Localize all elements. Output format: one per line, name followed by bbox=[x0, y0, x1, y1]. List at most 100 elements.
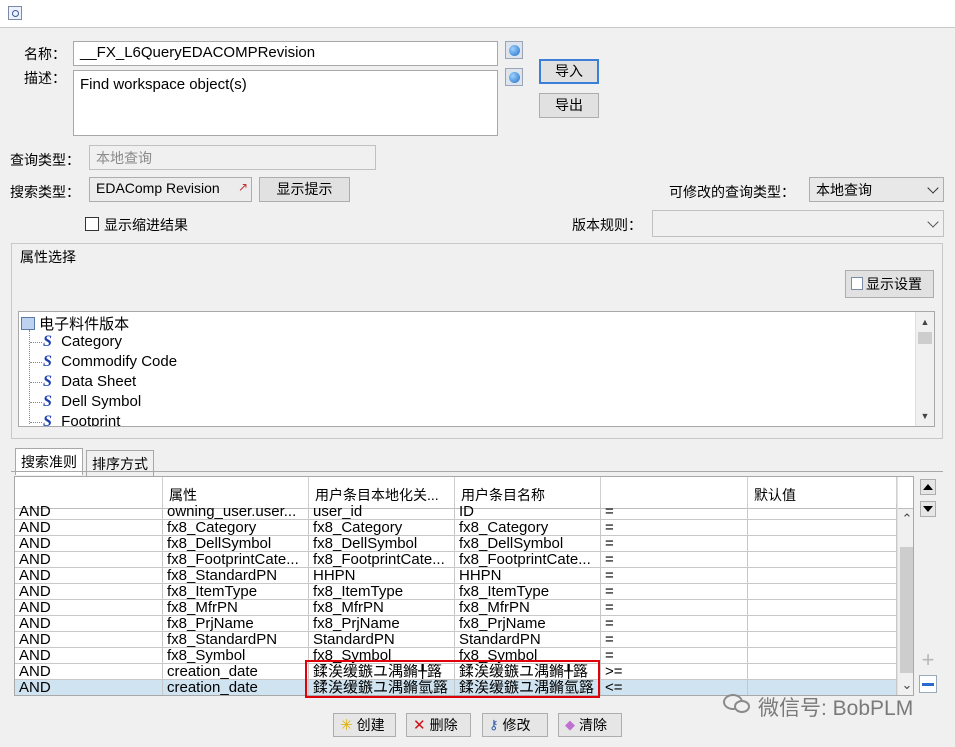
attribute-tree[interactable]: 电子料件版本 S Category S Commodify Code S Dat… bbox=[18, 311, 935, 427]
table-row[interactable]: AND owning_user.user... user_id ID = bbox=[15, 504, 897, 520]
table-cell[interactable]: fx8_Symbol bbox=[163, 648, 309, 664]
table-cell[interactable]: fx8_StandardPN bbox=[163, 632, 309, 648]
table-cell[interactable]: = bbox=[601, 616, 748, 632]
chevron-up-icon[interactable]: ⌃ bbox=[899, 511, 913, 527]
table-cell[interactable]: = bbox=[601, 520, 748, 536]
table-cell[interactable]: AND bbox=[15, 648, 163, 664]
table-cell[interactable]: AND bbox=[15, 632, 163, 648]
table-row[interactable]: AND fx8_PrjName fx8_PrjName fx8_PrjName = bbox=[15, 616, 897, 632]
tree-item[interactable]: S Commodify Code bbox=[43, 353, 177, 373]
table-row[interactable]: AND fx8_Category fx8_Category fx8_Category = bbox=[15, 520, 897, 536]
table-cell[interactable]: AND bbox=[15, 552, 163, 568]
add-row-plus-icon[interactable]: + bbox=[919, 649, 937, 671]
table-row[interactable]: AND fx8_StandardPN StandardPN StandardPN = bbox=[15, 632, 897, 648]
table-cell[interactable] bbox=[748, 600, 897, 616]
criteria-scrollbar[interactable]: ⌃ ⌄ bbox=[897, 477, 913, 695]
move-down-button[interactable] bbox=[920, 501, 936, 517]
table-row[interactable]: AND fx8_ItemType fx8_ItemType fx8_ItemType = bbox=[15, 584, 897, 600]
table-cell[interactable]: fx8_FootprintCate... bbox=[163, 552, 309, 568]
table-cell[interactable]: = bbox=[601, 648, 748, 664]
export-button[interactable]: 导出 bbox=[539, 93, 599, 118]
table-row[interactable]: AND fx8_DellSymbol fx8_DellSymbol fx8_DellS… bbox=[15, 536, 897, 552]
table-cell[interactable] bbox=[748, 648, 897, 664]
table-cell[interactable]: fx8_FootprintCate... bbox=[309, 552, 455, 568]
table-cell[interactable]: creation_date bbox=[163, 680, 309, 695]
import-button[interactable]: 导入 bbox=[539, 59, 599, 84]
tree-item[interactable]: S Data Sheet bbox=[43, 373, 136, 393]
search-type-field[interactable]: EDAComp Revision ↗ bbox=[89, 177, 252, 202]
table-cell[interactable]: fx8_DellSymbol bbox=[455, 536, 601, 552]
create-button[interactable]: ✳ 创建 bbox=[333, 713, 396, 737]
table-cell[interactable]: AND bbox=[15, 536, 163, 552]
table-cell[interactable]: fx8_Category bbox=[309, 520, 455, 536]
table-cell[interactable]: fx8_FootprintCate... bbox=[455, 552, 601, 568]
table-cell[interactable] bbox=[748, 584, 897, 600]
table-cell[interactable]: AND bbox=[15, 584, 163, 600]
move-up-button[interactable] bbox=[920, 479, 936, 495]
table-cell[interactable]: fx8_Category bbox=[163, 520, 309, 536]
name-locale-globe-icon[interactable] bbox=[505, 41, 523, 59]
table-cell[interactable] bbox=[748, 632, 897, 648]
table-cell[interactable]: = bbox=[601, 632, 748, 648]
table-cell[interactable]: = bbox=[601, 584, 748, 600]
table-cell[interactable]: creation_date bbox=[163, 664, 309, 680]
table-cell[interactable]: = bbox=[601, 568, 748, 584]
table-row[interactable]: AND fx8_FootprintCate... fx8_FootprintCate… bbox=[15, 552, 897, 568]
table-row[interactable]: AND fx8_StandardPN HHPN HHPN = bbox=[15, 568, 897, 584]
table-cell[interactable] bbox=[748, 664, 897, 680]
remove-row-button[interactable] bbox=[919, 675, 937, 693]
tree-item[interactable]: S Category bbox=[43, 333, 122, 353]
show-indented-checkbox[interactable] bbox=[85, 217, 99, 231]
table-cell[interactable]: fx8_StandardPN bbox=[163, 568, 309, 584]
table-cell[interactable] bbox=[748, 568, 897, 584]
table-cell[interactable] bbox=[748, 504, 897, 520]
clear-button[interactable]: ◆ 清除 bbox=[558, 713, 622, 737]
table-cell[interactable] bbox=[748, 552, 897, 568]
table-cell[interactable]: AND bbox=[15, 520, 163, 536]
scroll-thumb[interactable] bbox=[900, 547, 913, 673]
modifiable-query-type-select[interactable]: 本地查询 bbox=[809, 177, 944, 202]
table-cell[interactable] bbox=[748, 520, 897, 536]
table-cell[interactable]: owning_user.user... bbox=[163, 504, 309, 520]
description-textarea[interactable]: Find workspace object(s) bbox=[73, 70, 498, 136]
table-cell[interactable]: user_id bbox=[309, 504, 455, 520]
scroll-up-icon[interactable]: ▲ bbox=[917, 314, 933, 330]
table-cell[interactable]: fx8_DellSymbol bbox=[309, 536, 455, 552]
table-cell[interactable]: AND bbox=[15, 616, 163, 632]
tree-scrollbar[interactable]: ▲ ▼ bbox=[915, 312, 934, 426]
table-cell[interactable]: fx8_MfrPN bbox=[309, 600, 455, 616]
delete-button[interactable]: ✕ 删除 bbox=[406, 713, 471, 737]
tab-sort-order[interactable]: 排序方式 bbox=[86, 450, 154, 477]
table-cell[interactable] bbox=[748, 536, 897, 552]
tree-item[interactable]: S Footprint bbox=[43, 413, 120, 426]
table-cell[interactable]: = bbox=[601, 536, 748, 552]
scroll-down-icon[interactable]: ▼ bbox=[917, 408, 933, 424]
table-cell[interactable]: AND bbox=[15, 680, 163, 695]
table-cell[interactable]: fx8_MfrPN bbox=[455, 600, 601, 616]
table-cell[interactable]: fx8_PrjName bbox=[455, 616, 601, 632]
table-cell[interactable]: fx8_ItemType bbox=[163, 584, 309, 600]
table-cell[interactable]: StandardPN bbox=[309, 632, 455, 648]
table-row[interactable]: AND fx8_MfrPN fx8_MfrPN fx8_MfrPN = bbox=[15, 600, 897, 616]
table-cell[interactable]: fx8_ItemType bbox=[309, 584, 455, 600]
table-cell[interactable] bbox=[748, 616, 897, 632]
table-cell[interactable]: AND bbox=[15, 568, 163, 584]
table-cell[interactable]: AND bbox=[15, 504, 163, 520]
table-cell[interactable]: AND bbox=[15, 664, 163, 680]
search-type-edit-icon[interactable]: ↗ bbox=[238, 180, 248, 194]
revision-rule-select[interactable] bbox=[652, 210, 944, 237]
table-cell[interactable]: >= bbox=[601, 664, 748, 680]
chevron-down-icon[interactable]: ⌄ bbox=[899, 677, 913, 693]
table-cell[interactable]: fx8_MfrPN bbox=[163, 600, 309, 616]
tree-item[interactable]: S Dell Symbol bbox=[43, 393, 141, 413]
table-cell[interactable]: = bbox=[601, 504, 748, 520]
table-cell[interactable]: ID bbox=[455, 504, 601, 520]
name-input[interactable]: __FX_L6QueryEDACOMPRevision bbox=[73, 41, 498, 66]
table-cell[interactable]: fx8_DellSymbol bbox=[163, 536, 309, 552]
show-hint-button[interactable]: 显示提示 bbox=[259, 177, 350, 202]
display-settings-button[interactable]: 显示设置 bbox=[845, 270, 934, 298]
table-cell[interactable]: = bbox=[601, 600, 748, 616]
table-cell[interactable]: = bbox=[601, 552, 748, 568]
modify-button[interactable]: ⚷ 修改 bbox=[482, 713, 548, 737]
scroll-thumb[interactable] bbox=[918, 332, 932, 344]
